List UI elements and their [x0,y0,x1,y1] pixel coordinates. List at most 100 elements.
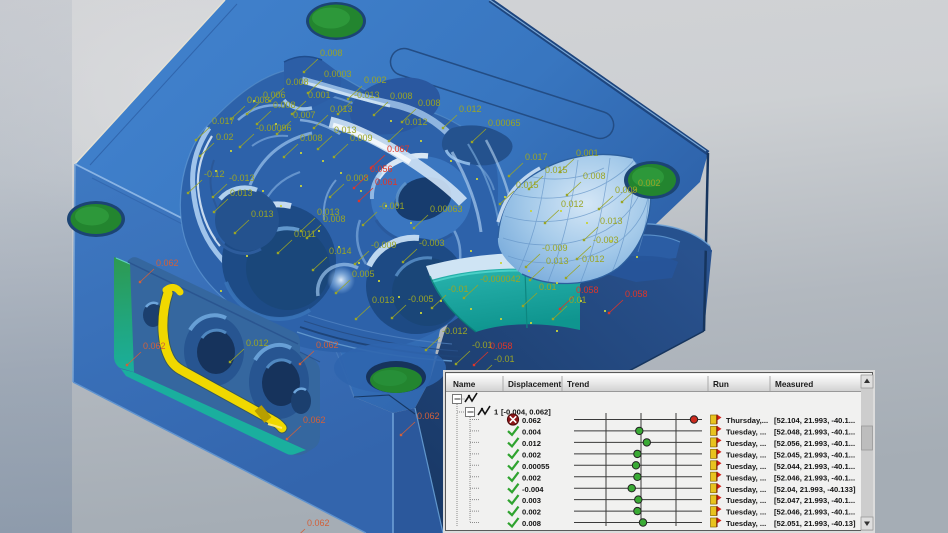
svg-text:0.062: 0.062 [307,518,330,528]
svg-text:0.008: 0.008 [286,77,309,87]
svg-text:0.002: 0.002 [364,75,387,85]
svg-text:[52.046, 21.993, -40.1...: [52.046, 21.993, -40.1... [774,473,855,482]
svg-text:[52.051, 21.993, -40.13]: [52.051, 21.993, -40.13] [774,519,856,528]
svg-text:-0.00096: -0.00096 [256,123,292,133]
svg-text:0.009: 0.009 [350,133,373,143]
svg-text:Name: Name [453,380,476,389]
svg-text:-0.013: -0.013 [354,90,380,100]
svg-text:0.00055: 0.00055 [522,462,550,471]
svg-text:0.008: 0.008 [247,95,270,105]
svg-text:Tuesday, ...: Tuesday, ... [726,485,766,494]
svg-text:-0.005: -0.005 [408,294,434,304]
svg-text:0.01: 0.01 [569,295,587,305]
svg-text:0.012: 0.012 [405,117,428,127]
svg-text:-0.001: -0.001 [379,201,405,211]
svg-text:Tuesday, ...: Tuesday, ... [726,428,766,437]
svg-text:0.013: 0.013 [251,209,274,219]
svg-text:0.008: 0.008 [522,519,541,528]
svg-text:0.013: 0.013 [330,104,353,114]
svg-text:0.015: 0.015 [545,165,568,175]
svg-text:[52.056, 21.993, -40.1...: [52.056, 21.993, -40.1... [774,439,855,448]
svg-text:0.00063: 0.00063 [430,204,463,214]
svg-text:0.008: 0.008 [583,171,606,181]
svg-text:-0.009: -0.009 [371,240,397,250]
svg-text:0.002: 0.002 [638,178,661,188]
svg-text:0.01: 0.01 [539,282,557,292]
svg-text:0.062: 0.062 [143,341,166,351]
svg-text:-0.12: -0.12 [204,169,225,179]
svg-text:0.015: 0.015 [516,180,539,190]
svg-text:[52.104, 21.993, -40.1...: [52.104, 21.993, -40.1... [774,416,855,425]
svg-text:0.005: 0.005 [352,269,375,279]
svg-text:0.058: 0.058 [490,341,513,351]
svg-text:0.008: 0.008 [323,214,346,224]
svg-text:0.011: 0.011 [294,229,316,239]
svg-text:Tuesday, ...: Tuesday, ... [726,519,766,528]
svg-text:0.058: 0.058 [576,285,599,295]
svg-text:0.008: 0.008 [273,100,296,110]
svg-text:-0.009: -0.009 [542,243,568,253]
svg-text:0.013: 0.013 [230,188,253,198]
svg-text:0.017: 0.017 [525,152,548,162]
svg-text:[52.04, 21.993, -40.133]: [52.04, 21.993, -40.133] [774,485,856,494]
svg-text:0.014: 0.014 [329,246,352,256]
svg-text:0.061: 0.061 [375,177,398,187]
svg-text:0.012: 0.012 [459,104,482,114]
svg-text:Tuesday, ...: Tuesday, ... [726,451,766,460]
svg-text:0.013: 0.013 [546,256,569,266]
svg-text:Tuesday, ...: Tuesday, ... [726,473,766,482]
svg-text:Displacement: Displacement [508,380,562,389]
svg-text:Run: Run [713,380,729,389]
svg-text:0.013: 0.013 [600,216,623,226]
svg-text:0.058: 0.058 [625,289,648,299]
svg-text:-0.01: -0.01 [448,284,469,294]
svg-text:0.001: 0.001 [308,90,331,100]
svg-text:0.001: 0.001 [576,148,599,158]
svg-text:[52.045, 21.993, -40.1...: [52.045, 21.993, -40.1... [774,451,855,460]
svg-text:-0.004: -0.004 [522,485,544,494]
svg-text:0.013: 0.013 [372,295,395,305]
svg-text:-0.012: -0.012 [442,326,468,336]
svg-text:0.007: 0.007 [293,110,316,120]
svg-text:0.0003: 0.0003 [324,69,352,79]
svg-text:0.056: 0.056 [370,164,393,174]
svg-text:0.012: 0.012 [582,254,605,264]
svg-text:Tuesday, ...: Tuesday, ... [726,508,766,517]
svg-text:0.062: 0.062 [303,415,326,425]
svg-text:0.008: 0.008 [418,98,441,108]
svg-text:0.008: 0.008 [320,48,343,58]
svg-text:0.062: 0.062 [522,416,541,425]
svg-text:0.009: 0.009 [615,185,638,195]
svg-text:0.002: 0.002 [522,508,541,517]
svg-text:-0.013: -0.013 [229,173,255,183]
svg-text:[52.044, 21.993, -40.1...: [52.044, 21.993, -40.1... [774,462,855,471]
svg-text:0.062: 0.062 [417,411,440,421]
svg-text:Tuesday, ...: Tuesday, ... [726,462,766,471]
svg-text:0.02: 0.02 [216,132,234,142]
svg-text:0.008: 0.008 [300,133,323,143]
svg-text:0.012: 0.012 [522,439,541,448]
svg-text:0.012: 0.012 [561,199,584,209]
svg-text:Thursday,...: Thursday,... [726,416,768,425]
svg-text:0.017: 0.017 [212,116,235,126]
svg-text:0.067: 0.067 [387,144,410,154]
svg-text:0.062: 0.062 [156,258,179,268]
svg-text:[52.046, 21.993, -40.1...: [52.046, 21.993, -40.1... [774,508,855,517]
svg-text:Trend: Trend [567,380,589,389]
svg-text:0.00065: 0.00065 [488,118,521,128]
svg-text:0.062: 0.062 [316,340,339,350]
svg-text:0.012: 0.012 [246,338,269,348]
svg-text:Tuesday, ...: Tuesday, ... [726,439,766,448]
svg-text:-0.003: -0.003 [593,235,619,245]
svg-text:-0.003: -0.003 [419,238,445,248]
svg-text:0.002: 0.002 [522,451,541,460]
svg-text:[52.047, 21.993, -40.1...: [52.047, 21.993, -40.1... [774,496,855,505]
svg-text:0.008: 0.008 [390,91,413,101]
svg-text:-0.000042: -0.000042 [480,274,521,284]
svg-text:0.002: 0.002 [522,473,541,482]
svg-text:0.003: 0.003 [522,496,541,505]
svg-text:-0.01: -0.01 [494,354,515,364]
svg-text:0.004: 0.004 [522,428,542,437]
svg-text:Tuesday, ...: Tuesday, ... [726,496,766,505]
svg-text:[52.048, 21.993, -40.1...: [52.048, 21.993, -40.1... [774,428,855,437]
